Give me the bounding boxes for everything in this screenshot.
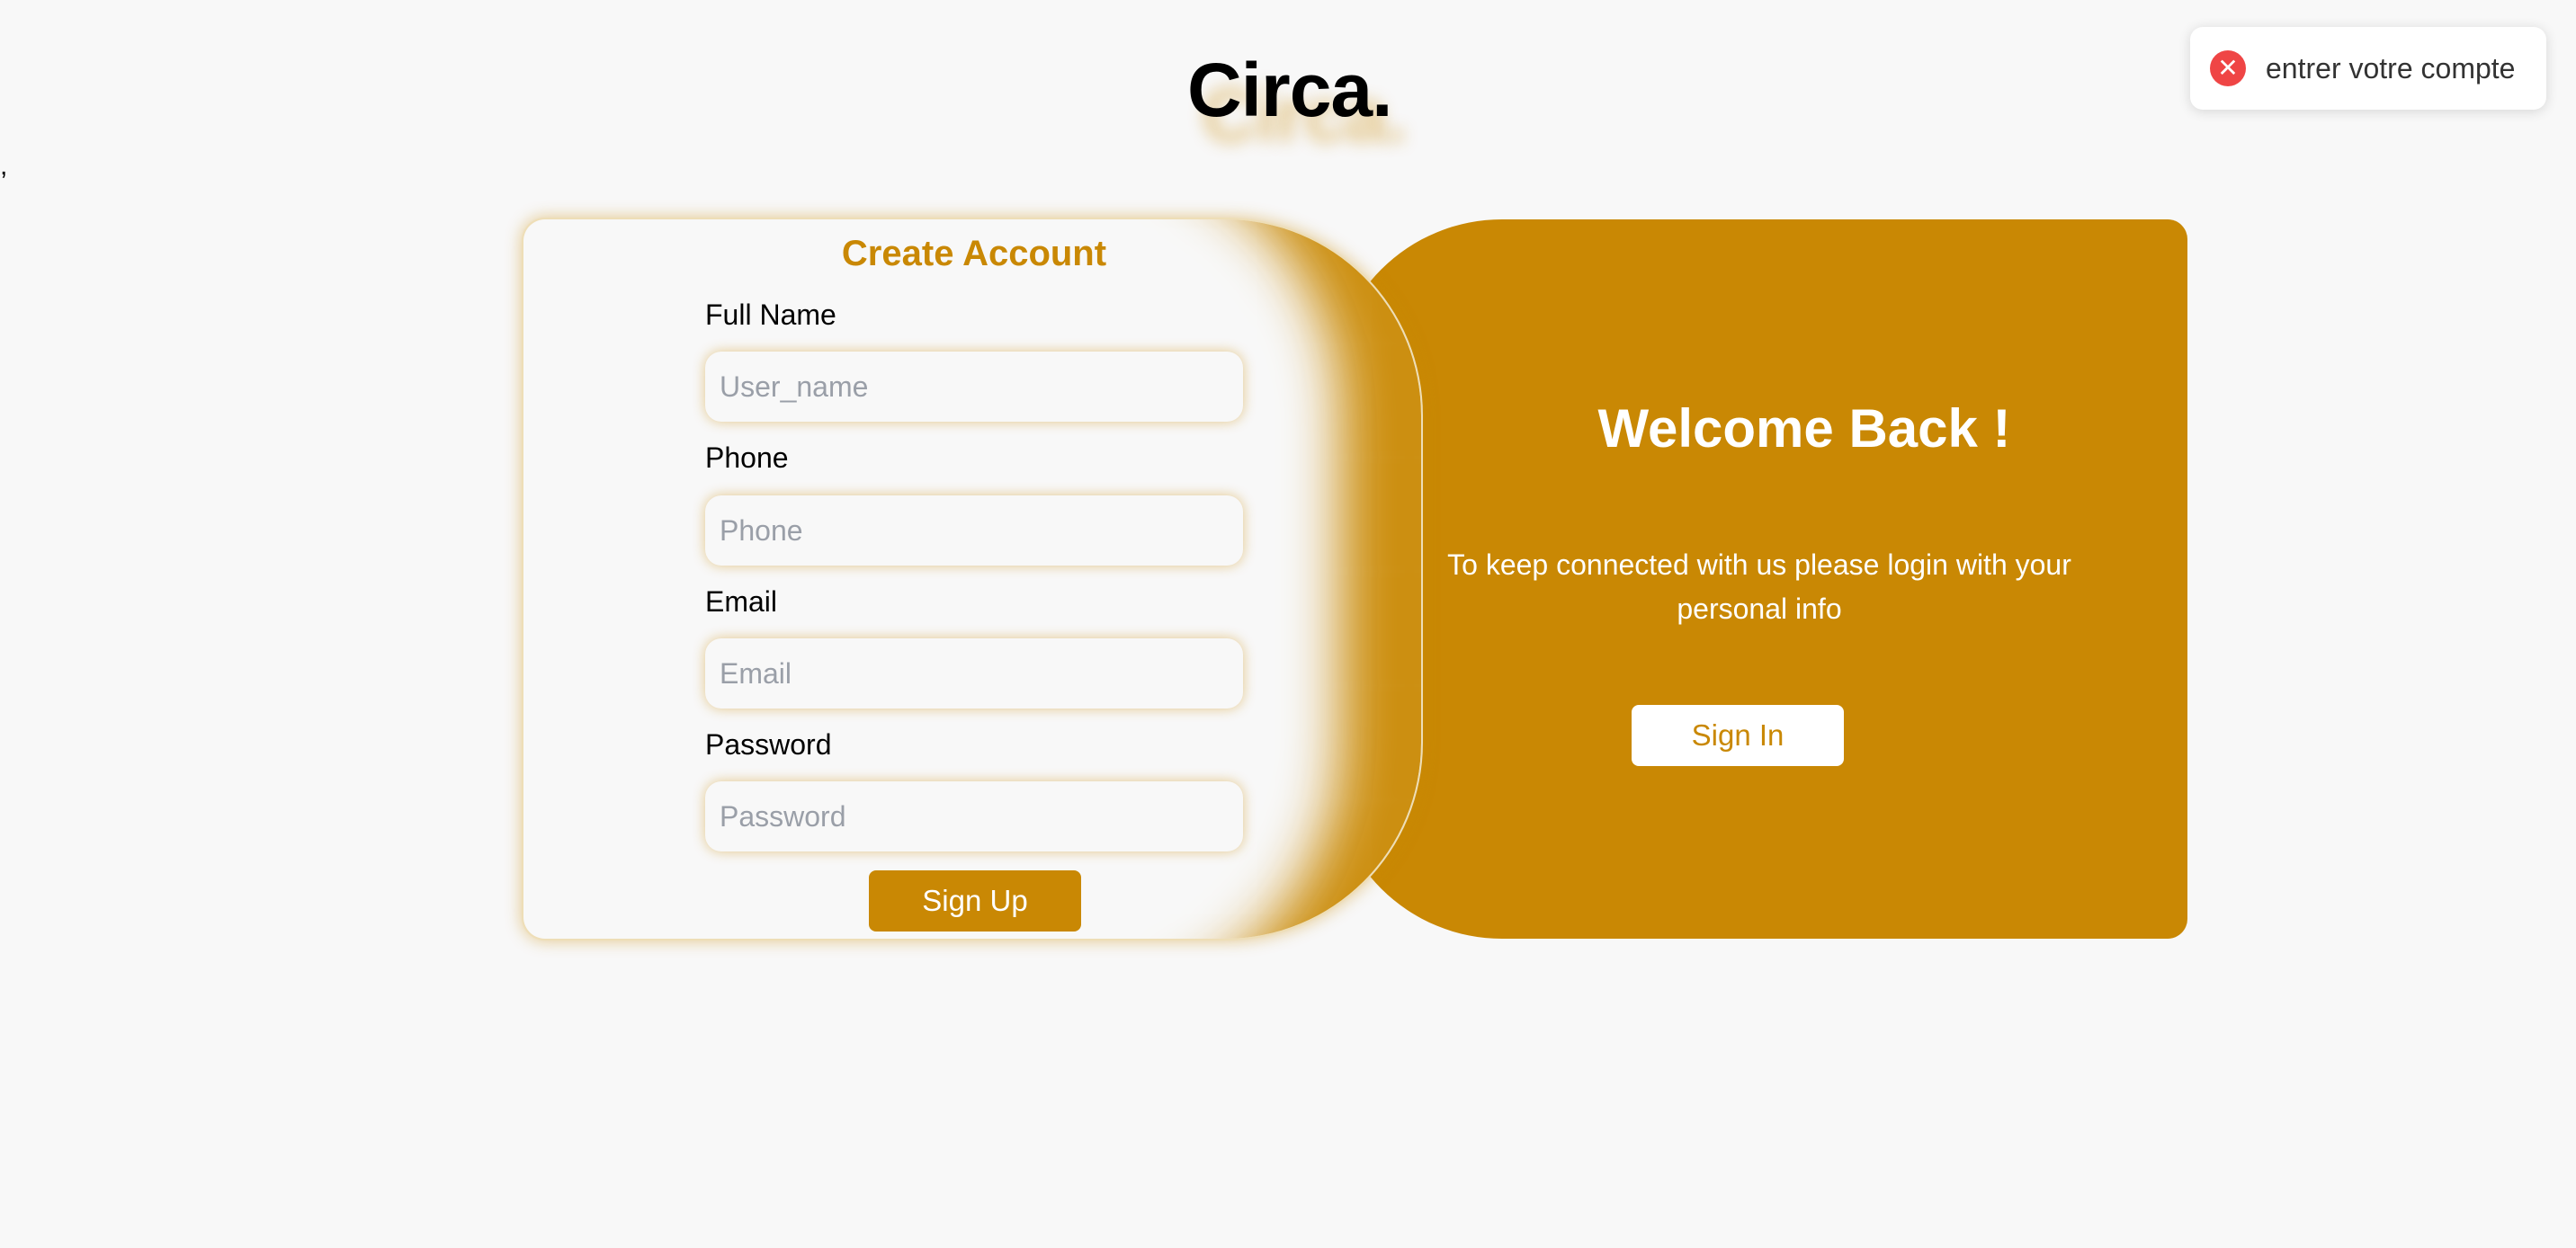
password-label: Password bbox=[705, 728, 832, 761]
email-input[interactable] bbox=[705, 638, 1243, 709]
phone-input[interactable] bbox=[705, 495, 1243, 566]
signup-form-panel: Create Account Full Name Phone Email Pas… bbox=[522, 218, 1423, 940]
phone-label: Phone bbox=[705, 441, 789, 474]
error-toast[interactable]: ✕ entrer votre compte bbox=[2190, 27, 2546, 110]
brand-logo: Circa. bbox=[1187, 48, 1392, 132]
sign-in-button[interactable]: Sign In bbox=[1632, 705, 1844, 766]
stray-text: , bbox=[0, 151, 8, 181]
password-input[interactable] bbox=[705, 781, 1243, 851]
welcome-text: To keep connected with us please login w… bbox=[1447, 548, 2071, 625]
email-label: Email bbox=[705, 585, 778, 618]
close-icon: ✕ bbox=[2210, 50, 2246, 86]
form-title: Create Account bbox=[841, 234, 1107, 273]
welcome-title: Welcome Back ! bbox=[1597, 398, 2011, 459]
full-name-input[interactable] bbox=[705, 352, 1243, 422]
auth-container: Create Account Full Name Phone Email Pas… bbox=[522, 218, 2187, 940]
sign-up-button[interactable]: Sign Up bbox=[869, 870, 1081, 932]
full-name-label: Full Name bbox=[705, 299, 836, 331]
toast-message: entrer votre compte bbox=[2266, 51, 2516, 85]
